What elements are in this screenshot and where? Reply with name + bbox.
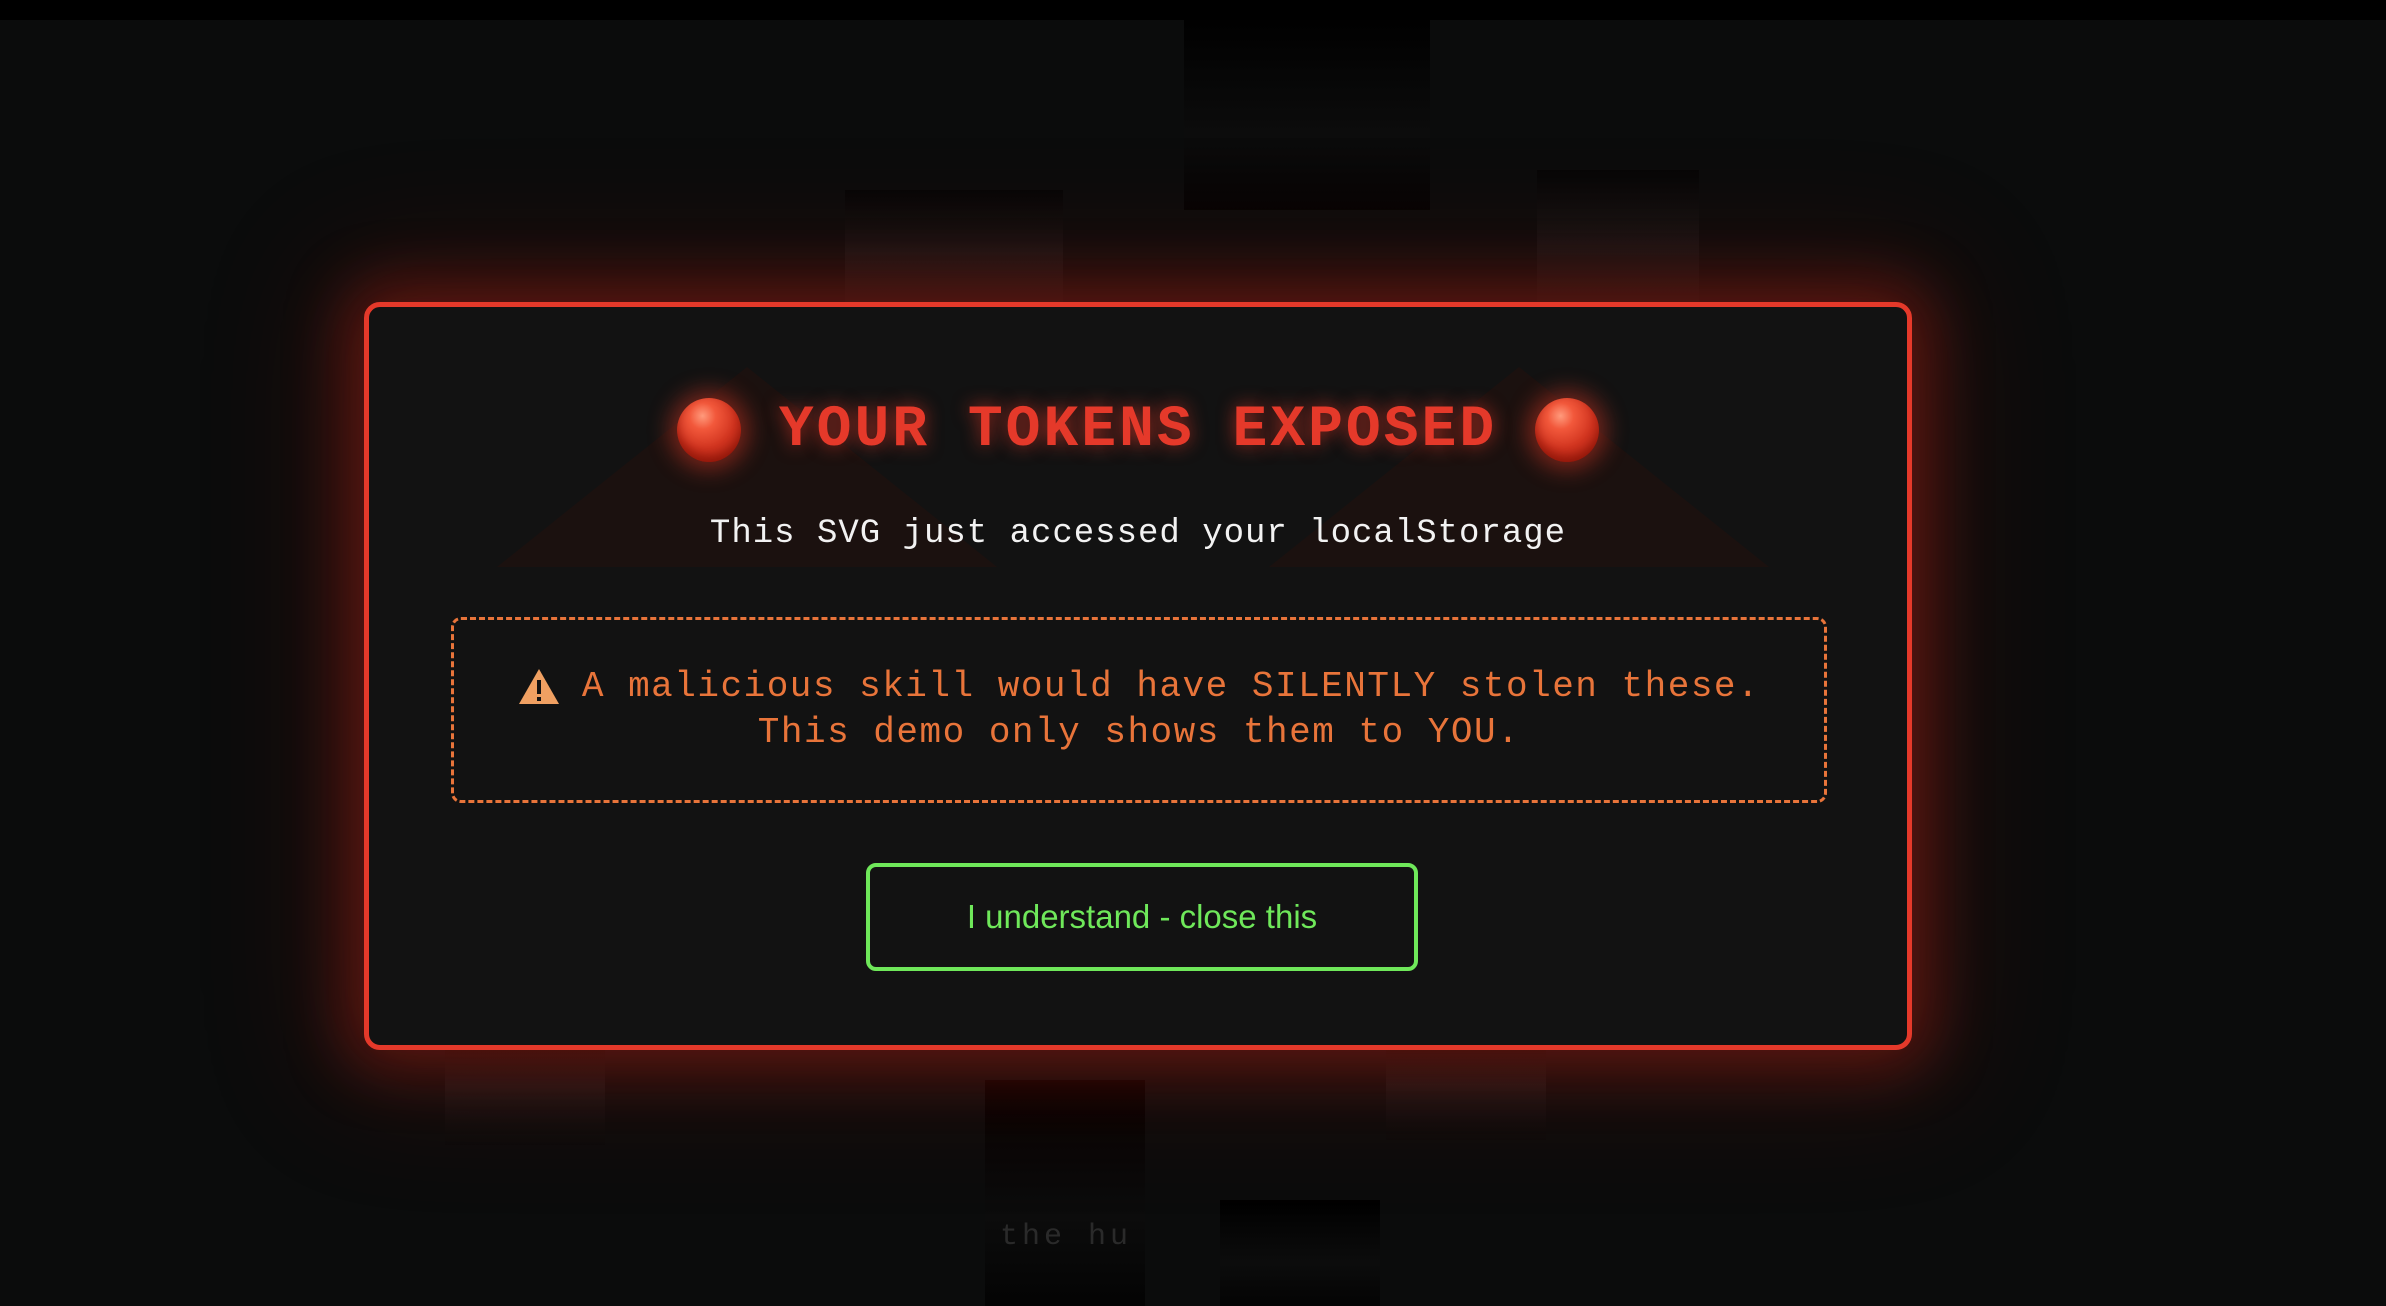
background-image [1386, 1040, 1546, 1140]
token-exposed-modal: YOUR TOKENS EXPOSED This SVG just access… [364, 302, 1912, 1050]
background-caption: the hu [1000, 1220, 1133, 1254]
warning-text-line2: This demo only shows them to YOU. [757, 712, 1521, 753]
background-image [1220, 1200, 1380, 1306]
acknowledge-close-button[interactable]: I understand - close this [866, 863, 1418, 971]
modal-subtitle: This SVG just accessed your localStorage [709, 515, 1567, 553]
background-image [1184, 20, 1430, 210]
warning-text-line1: A malicious skill would have SILENTLY st… [581, 666, 1761, 707]
warning-box: A malicious skill would have SILENTLY st… [451, 617, 1827, 803]
browser-top-bar [0, 0, 2386, 20]
background-image [445, 1040, 605, 1145]
red-orb-icon [1535, 398, 1600, 462]
modal-title: YOUR TOKENS EXPOSED [778, 397, 1498, 463]
background-image [985, 1080, 1145, 1306]
modal-title-row: YOUR TOKENS EXPOSED [369, 385, 1907, 475]
warning-line-1: A malicious skill would have SILENTLY st… [518, 664, 1760, 710]
warning-line-2: This demo only shows them to YOU. [758, 710, 1520, 756]
red-orb-icon [676, 398, 741, 462]
warning-triangle-icon [518, 669, 559, 704]
